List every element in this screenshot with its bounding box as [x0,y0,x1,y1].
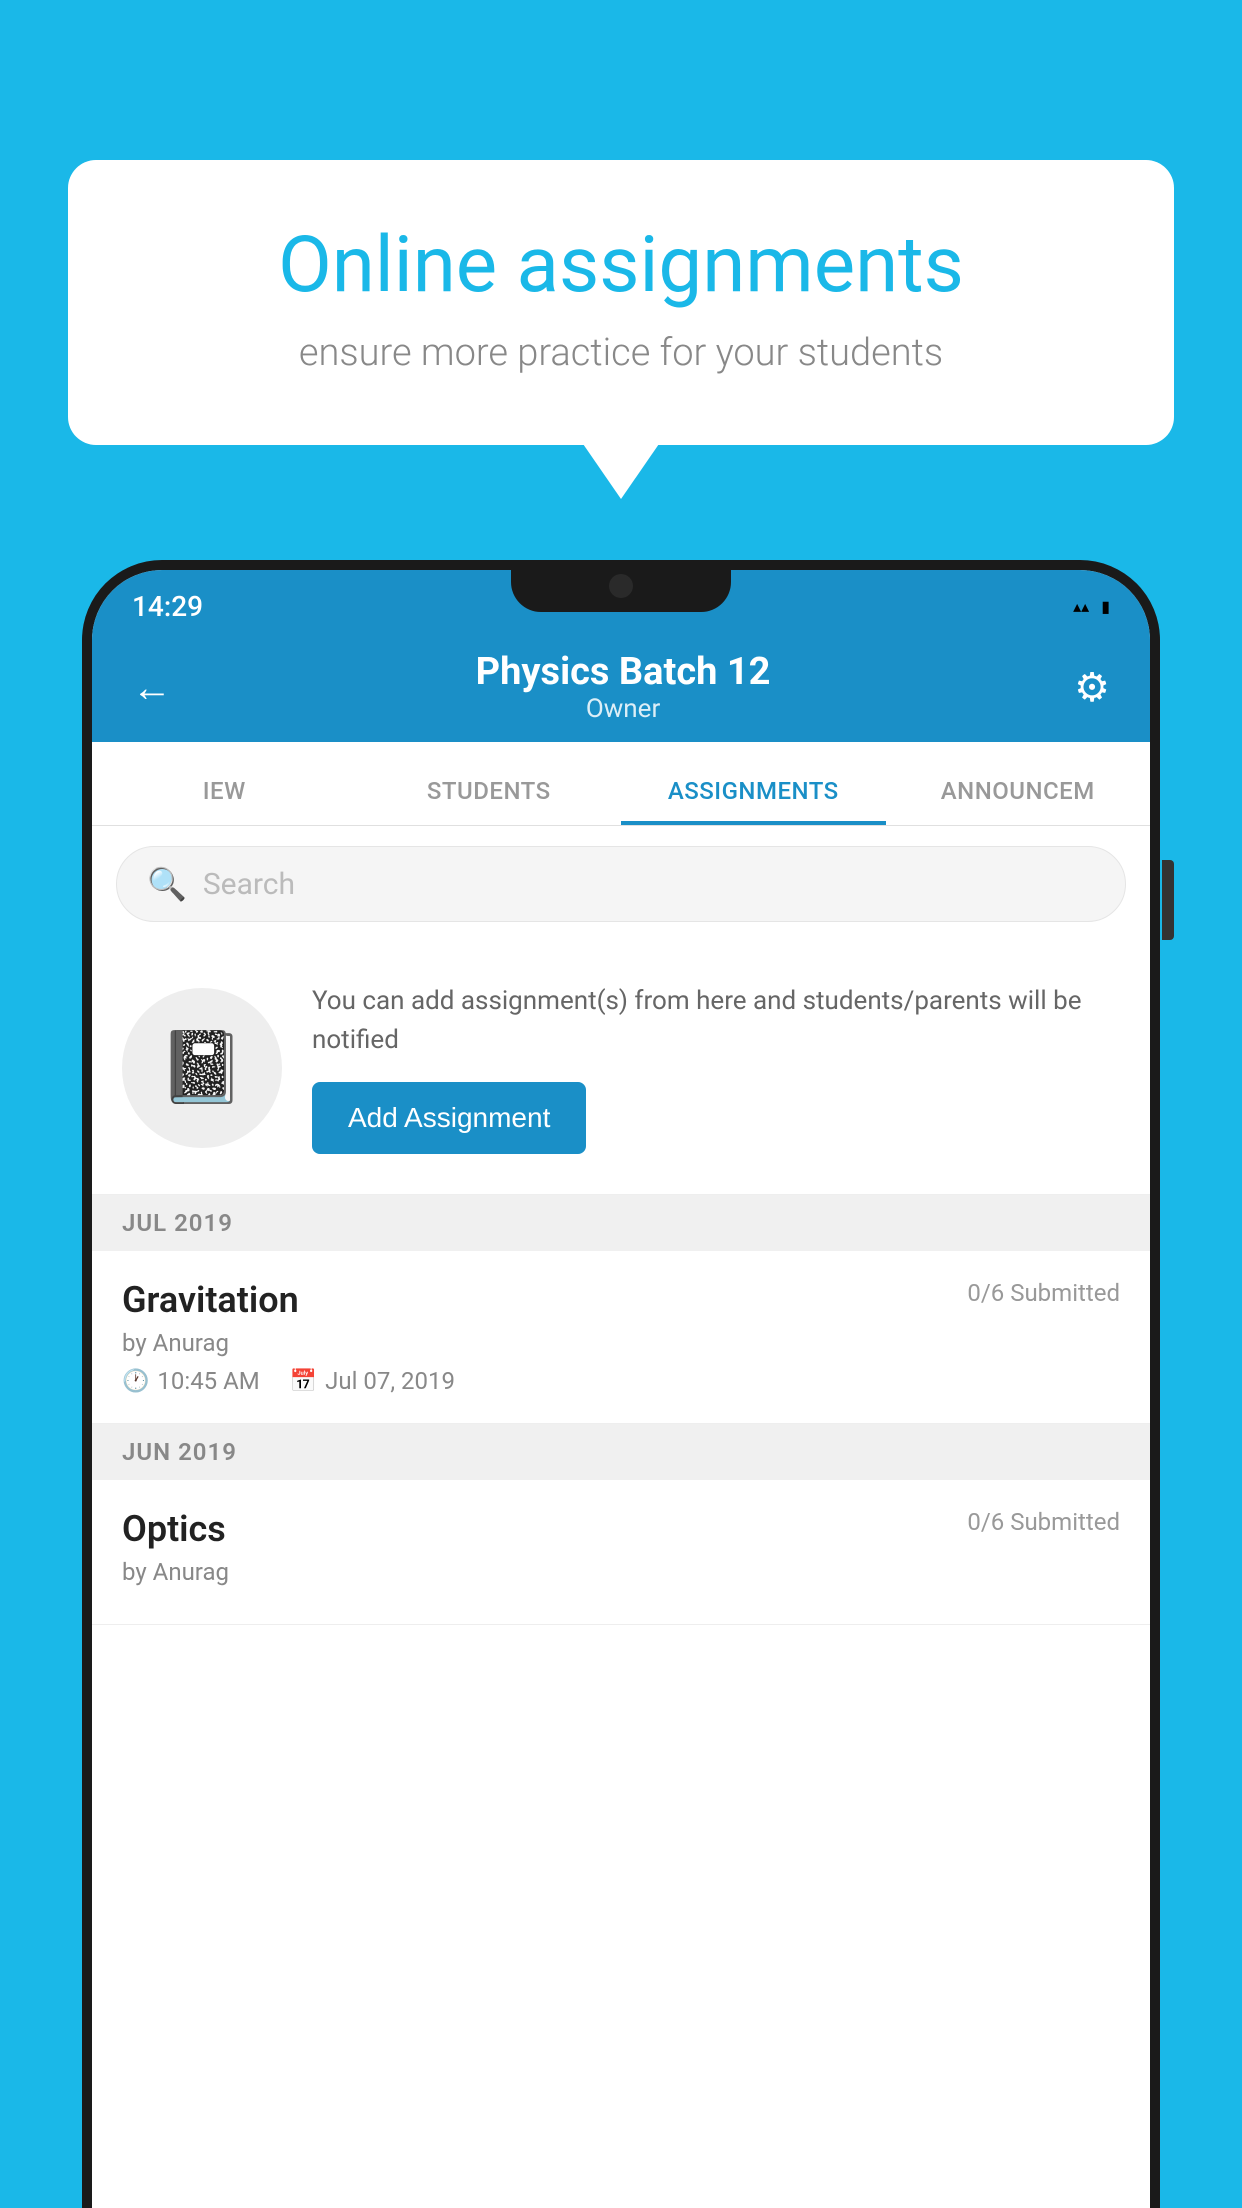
back-button[interactable]: ← [132,664,172,711]
search-bar[interactable]: 🔍 Search [116,846,1126,922]
calendar-icon: 📅 [290,1369,317,1394]
tab-students[interactable]: STUDENTS [357,777,622,825]
header-title: Physics Batch 12 [476,650,771,694]
header-subtitle: Owner [476,694,771,724]
assignment-author-gravitation: by Anurag [122,1329,1120,1357]
assignment-info: You can add assignment(s) from here and … [312,982,1120,1154]
date-value-gravitation: Jul 07, 2019 [325,1367,455,1395]
section-header-jul: JUL 2019 [92,1195,1150,1251]
add-assignment-section: 📓 You can add assignment(s) from here an… [92,942,1150,1195]
phone-notch [511,560,731,612]
add-assignment-button[interactable]: Add Assignment [312,1082,586,1154]
status-icons: ▴▴ ▮ [1073,597,1110,616]
assignment-item-gravitation[interactable]: Gravitation 0/6 Submitted by Anurag 🕐 10… [92,1251,1150,1424]
tab-iew[interactable]: IEW [92,777,357,825]
phone-frame: 14:29 ▴▴ ▮ ← Physics Batch 12 Owner ⚙ IE… [82,560,1160,2208]
assignment-name-optics: Optics [122,1508,226,1550]
status-time: 14:29 [132,590,203,623]
assignment-icon-circle: 📓 [122,988,282,1148]
phone-side-button-right [1162,860,1174,940]
speech-bubble-subtitle: ensure more practice for your students [148,331,1094,375]
tab-assignments[interactable]: ASSIGNMENTS [621,777,886,825]
search-container: 🔍 Search [92,826,1150,942]
tab-announcements[interactable]: ANNOUNCEM [886,777,1151,825]
phone-camera [609,574,633,598]
battery-icon: ▮ [1101,597,1110,616]
app-header: ← Physics Batch 12 Owner ⚙ [92,632,1150,742]
speech-bubble-title: Online assignments [148,220,1094,311]
wifi-icon: ▴▴ [1073,597,1089,616]
phone-screen: 14:29 ▴▴ ▮ ← Physics Batch 12 Owner ⚙ IE… [92,570,1150,2208]
assignment-author-optics: by Anurag [122,1558,1120,1586]
assignment-time-gravitation: 🕐 10:45 AM [122,1367,260,1395]
speech-bubble-container: Online assignments ensure more practice … [68,160,1174,445]
search-icon: 🔍 [147,865,187,903]
assignment-item-top-optics: Optics 0/6 Submitted [122,1508,1120,1550]
speech-bubble: Online assignments ensure more practice … [68,160,1174,445]
assignment-item-top: Gravitation 0/6 Submitted [122,1279,1120,1321]
clock-icon: 🕐 [122,1369,149,1394]
notebook-icon: 📓 [158,1027,245,1109]
submitted-count-optics: 0/6 Submitted [967,1508,1120,1536]
search-input-placeholder[interactable]: Search [203,867,295,902]
assignment-date-gravitation: 📅 Jul 07, 2019 [290,1367,455,1395]
header-title-area: Physics Batch 12 Owner [476,650,771,724]
tab-bar: IEW STUDENTS ASSIGNMENTS ANNOUNCEM [92,742,1150,826]
assignment-item-optics[interactable]: Optics 0/6 Submitted by Anurag [92,1480,1150,1625]
submitted-count-gravitation: 0/6 Submitted [967,1279,1120,1307]
section-header-jun: JUN 2019 [92,1424,1150,1480]
assignment-name-gravitation: Gravitation [122,1279,299,1321]
assignment-description: You can add assignment(s) from here and … [312,982,1120,1060]
time-value-gravitation: 10:45 AM [157,1367,259,1395]
assignment-meta-gravitation: 🕐 10:45 AM 📅 Jul 07, 2019 [122,1367,1120,1395]
settings-icon[interactable]: ⚙ [1074,664,1110,711]
